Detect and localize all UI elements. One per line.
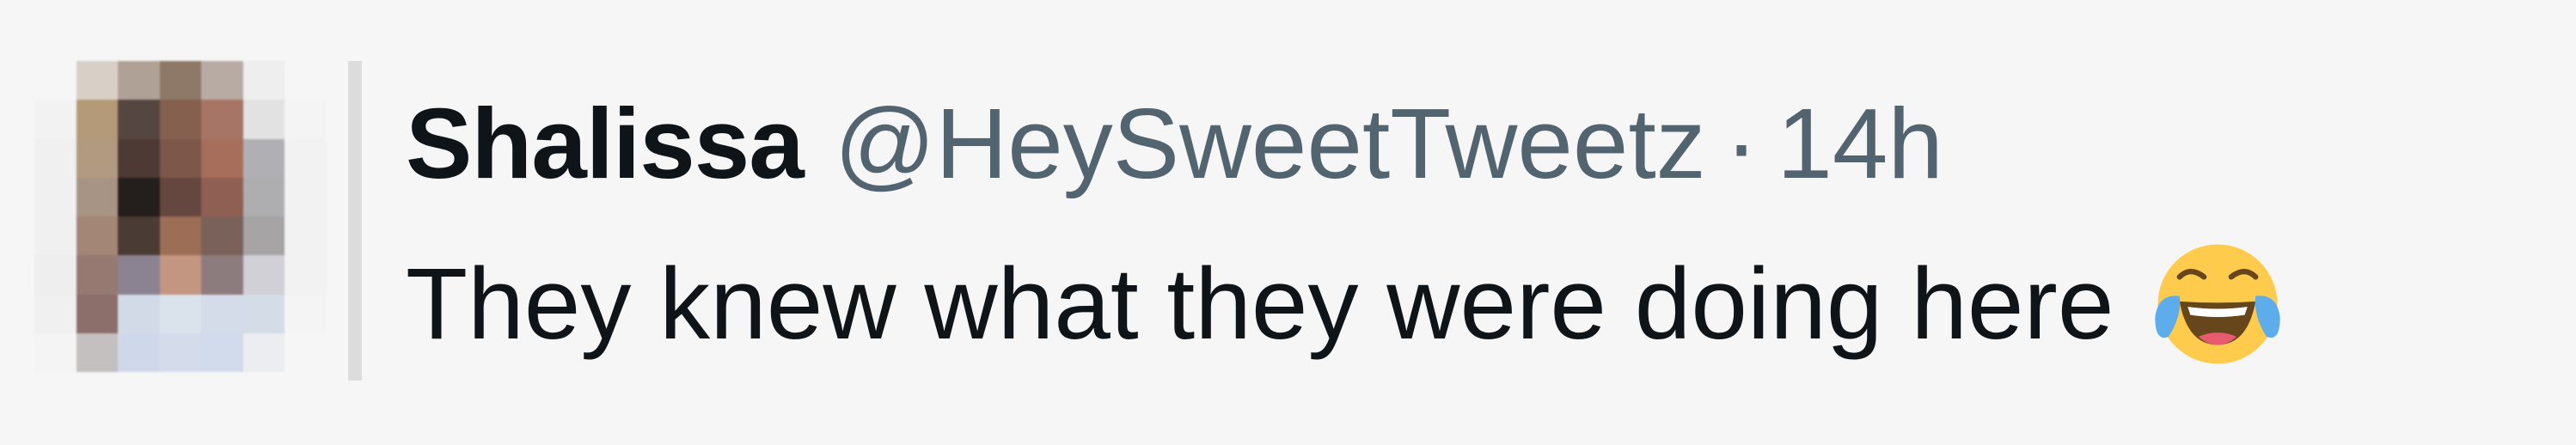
avatar-pixel xyxy=(34,332,76,372)
avatar-pixel xyxy=(118,216,160,256)
avatar-pixel xyxy=(34,216,76,256)
avatar-pixel xyxy=(285,177,327,216)
avatar-pixel xyxy=(34,255,76,295)
avatar-pixel xyxy=(76,255,119,295)
avatar-pixel xyxy=(159,177,202,216)
avatar-pixel xyxy=(159,61,202,101)
avatar-pixel xyxy=(159,294,202,333)
avatar-pixel xyxy=(285,138,327,178)
avatar-pixel xyxy=(201,255,243,295)
avatar-pixel xyxy=(118,294,160,333)
avatar-pixel xyxy=(76,100,119,139)
avatar-pixel xyxy=(76,177,119,216)
avatar-pixel xyxy=(201,332,243,372)
avatar-pixel xyxy=(159,216,202,256)
avatar-pixel xyxy=(242,61,285,101)
avatar-pixel xyxy=(76,138,119,178)
avatar-pixel xyxy=(242,255,285,295)
avatar-pixel xyxy=(201,100,243,139)
avatar-pixel xyxy=(242,177,285,216)
user-handle[interactable]: @HeySweetTweetz xyxy=(835,86,1706,201)
avatar-pixel xyxy=(34,294,76,333)
avatar-pixel xyxy=(34,100,76,139)
avatar-pixel xyxy=(201,177,243,216)
avatar-pixel xyxy=(159,255,202,295)
avatar-pixel xyxy=(285,255,327,295)
avatar-pixel xyxy=(118,100,160,139)
avatar-pixel xyxy=(242,294,285,333)
avatar-pixel xyxy=(118,255,160,295)
avatar-pixel xyxy=(285,61,327,101)
avatar-pixel xyxy=(76,332,119,372)
avatar-pixel xyxy=(118,61,160,101)
tweet-card[interactable]: Shalissa @HeySweetTweetz · 14h They knew… xyxy=(0,0,2576,445)
display-name[interactable]: Shalissa xyxy=(406,86,805,201)
avatar-pixel xyxy=(242,138,285,178)
avatar-pixel xyxy=(285,216,327,256)
avatar-pixel xyxy=(34,138,76,178)
tweet-header: Shalissa @HeySweetTweetz · 14h xyxy=(406,86,1943,201)
avatar-pixel xyxy=(76,216,119,256)
avatar-pixel xyxy=(159,100,202,139)
avatar-pixel xyxy=(285,332,327,372)
avatar-pixel xyxy=(159,138,202,178)
avatar-pixel xyxy=(76,294,119,333)
tweet-body: They knew what they were doing here xyxy=(406,247,2114,361)
timestamp[interactable]: 14h xyxy=(1777,86,1943,201)
avatar-pixel xyxy=(242,332,285,372)
tweet-text: They knew what they were doing here xyxy=(406,236,2285,372)
avatar-pixel xyxy=(118,332,160,372)
avatar-pixel xyxy=(159,332,202,372)
avatar-pixel xyxy=(118,177,160,216)
avatar-pixel xyxy=(285,100,327,139)
avatar-pixel xyxy=(285,294,327,333)
avatar-pixel xyxy=(201,216,243,256)
avatar-pixel xyxy=(34,177,76,216)
avatar[interactable] xyxy=(34,61,327,372)
avatar-pixel xyxy=(201,138,243,178)
avatar-pixel xyxy=(76,61,119,101)
face-with-tears-of-joy-icon xyxy=(2150,236,2285,372)
quote-divider xyxy=(348,61,362,381)
avatar-pixel xyxy=(201,61,243,101)
avatar-pixel xyxy=(242,216,285,256)
avatar-pixel xyxy=(34,61,76,101)
separator-dot: · xyxy=(1724,88,1759,199)
avatar-pixel xyxy=(118,138,160,178)
avatar-pixel xyxy=(242,100,285,139)
avatar-pixel xyxy=(201,294,243,333)
